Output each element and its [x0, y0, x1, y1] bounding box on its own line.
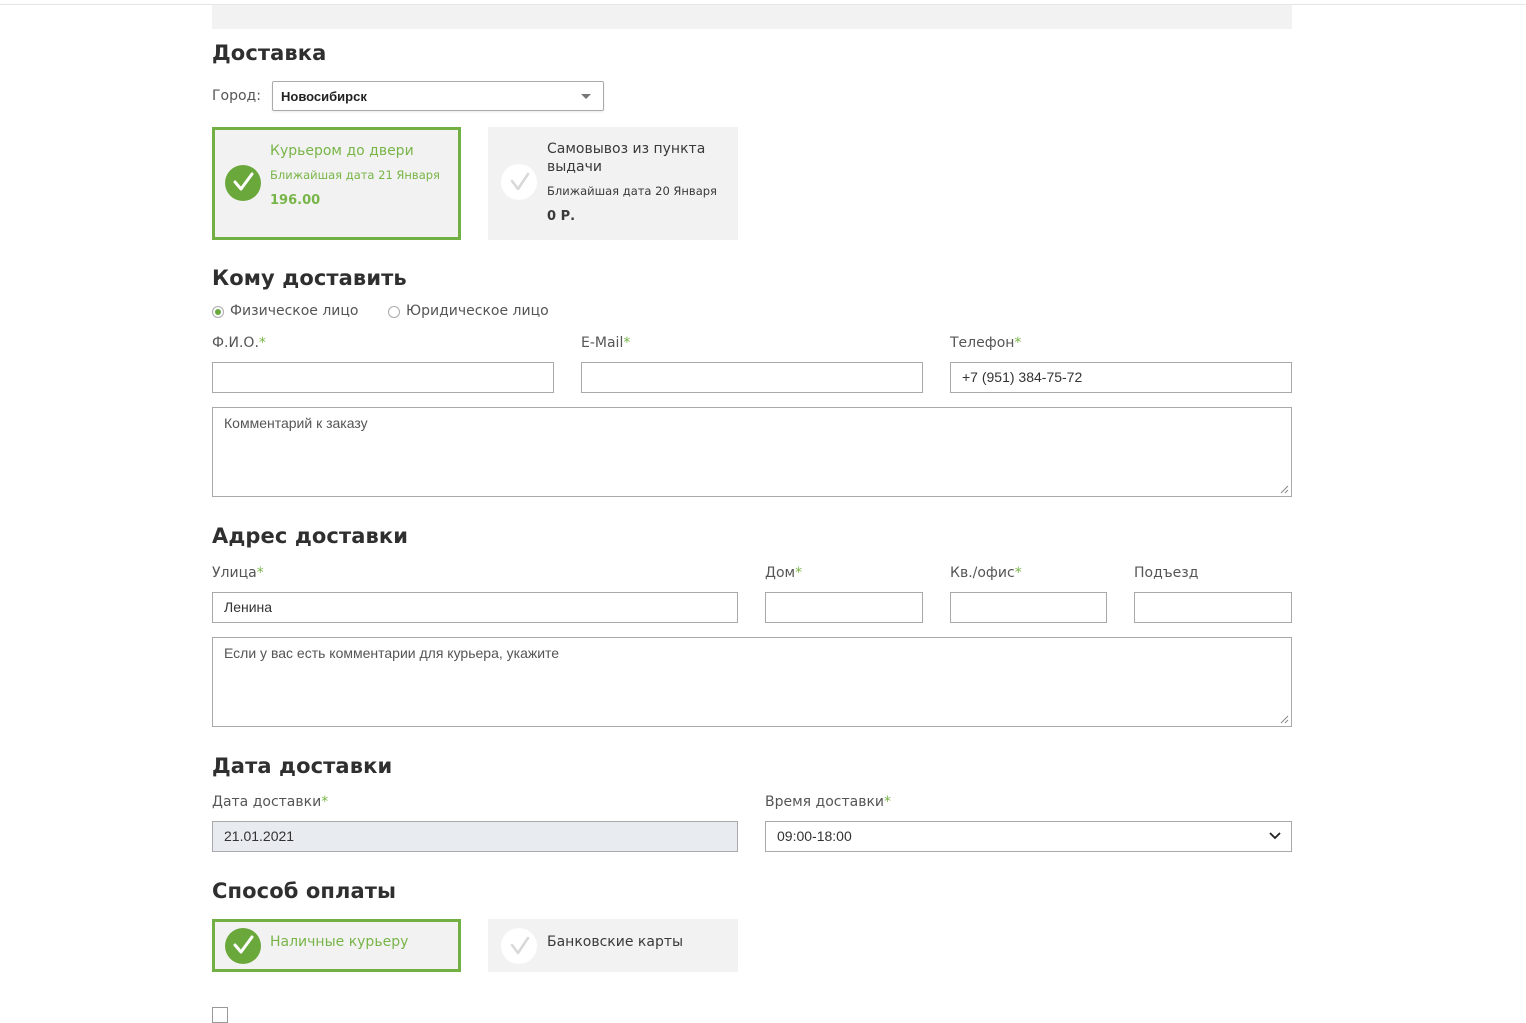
required-mark: * — [321, 794, 329, 810]
fio-label: Ф.И.О.* — [212, 335, 266, 351]
check-icon — [501, 164, 537, 200]
address-heading: Адрес доставки — [212, 524, 409, 548]
payment-heading: Способ оплаты — [212, 879, 397, 903]
delivery-option-date: Ближайшая дата 21 Января — [270, 168, 440, 182]
delivery-time-select[interactable]: 09:00-18:00 — [765, 821, 1292, 852]
courier-comment-placeholder: Если у вас есть комментарии для курьера,… — [224, 645, 560, 661]
delivery-time-label-text: Время доставки — [765, 794, 885, 810]
delivery-date-label-text: Дата доставки — [212, 794, 322, 810]
delivery-time-label: Время доставки* — [765, 794, 891, 810]
delivery-option-courier[interactable]: Курьером до двери Ближайшая дата 21 Янва… — [212, 127, 461, 240]
required-mark: * — [623, 335, 631, 351]
delivery-option-price: 0 Р. — [547, 209, 576, 224]
street-label: Улица* — [212, 565, 264, 581]
email-input[interactable] — [581, 362, 923, 393]
radio-legal-label: Юридическое лицо — [406, 303, 549, 319]
courier-comment-textarea[interactable]: Если у вас есть комментарии для курьера,… — [212, 637, 1292, 727]
payment-option-card[interactable]: Банковские карты — [488, 919, 738, 972]
house-label: Дом* — [765, 565, 802, 581]
radio-dot-icon — [212, 306, 224, 318]
chevron-down-icon — [1269, 832, 1281, 840]
payment-option-title: Наличные курьеру — [270, 934, 409, 950]
house-input[interactable] — [765, 592, 923, 623]
check-icon — [225, 165, 261, 201]
check-icon — [501, 928, 537, 964]
house-label-text: Дом — [765, 565, 796, 581]
delivery-heading: Доставка — [212, 41, 327, 65]
resize-grip-icon[interactable] — [1280, 715, 1289, 724]
street-input[interactable]: Ленина — [212, 592, 738, 623]
city-label: Город: — [212, 88, 261, 104]
date-heading: Дата доставки — [212, 754, 393, 778]
street-label-text: Улица — [212, 565, 257, 581]
payment-option-title: Банковские карты — [547, 934, 684, 950]
apartment-label: Кв./офис* — [950, 565, 1022, 581]
email-label: E-Mail* — [581, 335, 630, 351]
apartment-label-text: Кв./офис — [950, 565, 1015, 581]
required-mark: * — [1014, 565, 1022, 581]
radio-individual-label: Физическое лицо — [230, 303, 359, 319]
delivery-time-value: 09:00-18:00 — [777, 828, 852, 844]
payment-option-cash[interactable]: Наличные курьеру — [212, 919, 461, 972]
delivery-date-label: Дата доставки* — [212, 794, 328, 810]
recipient-heading: Кому доставить — [212, 266, 407, 290]
delivery-option-price: 196.00 — [270, 193, 321, 208]
city-select-value: Новосибирск — [281, 89, 367, 104]
agreement-checkbox[interactable] — [212, 1007, 228, 1023]
caret-down-icon — [581, 94, 591, 99]
order-comment-textarea[interactable]: Комментарий к заказу — [212, 407, 1292, 497]
delivery-option-pickup[interactable]: Самовывоз из пункта выдачи Ближайшая дат… — [488, 127, 738, 240]
entrance-label: Подъезд — [1134, 565, 1199, 581]
order-comment-placeholder: Комментарий к заказу — [224, 415, 368, 431]
delivery-option-title: Самовывоз из пункта выдачи — [547, 141, 706, 175]
apartment-input[interactable] — [950, 592, 1107, 623]
delivery-date-input[interactable]: 21.01.2021 — [212, 821, 738, 852]
radio-dot-icon — [388, 306, 400, 318]
delivery-option-date: Ближайшая дата 20 Января — [547, 184, 717, 198]
required-mark: * — [258, 335, 266, 351]
delivery-option-title: Курьером до двери — [270, 143, 414, 159]
resize-grip-icon[interactable] — [1280, 485, 1289, 494]
fio-label-text: Ф.И.О. — [212, 335, 259, 351]
required-mark: * — [884, 794, 892, 810]
email-label-text: E-Mail — [581, 335, 624, 351]
entrance-input[interactable] — [1134, 592, 1292, 623]
phone-input[interactable]: +7 (951) 384-75-72 — [950, 362, 1292, 393]
required-mark: * — [256, 565, 264, 581]
city-select[interactable]: Новосибирск — [272, 81, 604, 111]
top-summary-bar — [212, 5, 1292, 29]
required-mark: * — [1014, 335, 1022, 351]
check-icon — [225, 928, 261, 964]
fio-input[interactable] — [212, 362, 554, 393]
phone-label: Телефон* — [950, 335, 1021, 351]
required-mark: * — [795, 565, 803, 581]
phone-label-text: Телефон — [950, 335, 1015, 351]
